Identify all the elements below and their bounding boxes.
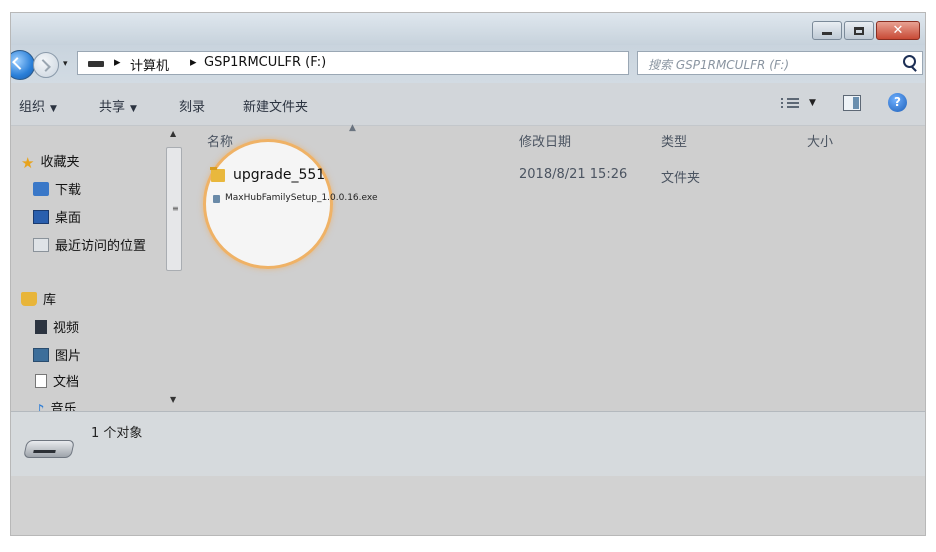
- sidebar-item-desktop[interactable]: 桌面: [33, 207, 81, 226]
- details-pane: 1 个对象: [11, 411, 925, 477]
- sidebar-scrollbar[interactable]: ▲ ≡ ▼: [165, 125, 183, 411]
- maximize-button[interactable]: [844, 21, 874, 40]
- sidebar-item-favorites[interactable]: ★ 收藏夹: [21, 151, 79, 172]
- help-icon[interactable]: ?: [888, 93, 907, 112]
- search-box[interactable]: 搜索 GSP1RMCULFR (F:): [637, 51, 923, 75]
- exe-file-icon: [213, 195, 220, 203]
- grip-icon: ≡: [172, 204, 179, 213]
- close-icon: ✕: [892, 23, 904, 38]
- highlight-circle: [203, 139, 333, 269]
- file-date: 2018/8/21 15:26: [519, 167, 628, 182]
- document-icon: [35, 374, 47, 388]
- view-dropdown-icon[interactable]: ▼: [809, 98, 816, 108]
- organize-button[interactable]: 组织 ▼: [19, 96, 57, 115]
- folder-icon: [210, 167, 225, 182]
- close-button[interactable]: ✕: [876, 21, 920, 40]
- breadcrumb-drive[interactable]: GSP1RMCULFR (F:): [204, 55, 326, 70]
- explorer-window: ✕ ▾ ▸ 计算机 ▸ GSP1RMCULFR (F:) ▾ ↻ 搜索 GSP1…: [10, 12, 926, 536]
- desktop-icon: [33, 210, 49, 224]
- item-count: 1 个对象: [91, 426, 143, 441]
- chevron-down-icon: ▼: [50, 104, 57, 114]
- column-header-name[interactable]: 名称: [207, 131, 233, 150]
- navigation-pane: ★ 收藏夹 下载 桌面 最近访问的位置 库 视频 图片 文档 ♪ 音乐: [11, 125, 186, 418]
- sidebar-item-pictures[interactable]: 图片: [33, 345, 81, 364]
- file-name[interactable]: upgrade_551: [233, 167, 325, 183]
- file-type: 文件夹: [661, 171, 701, 186]
- address-bar[interactable]: ▸ 计算机 ▸ GSP1RMCULFR (F:) ▾ ↻: [77, 51, 679, 75]
- maximize-icon: [854, 26, 864, 35]
- sidebar-item-videos[interactable]: 视频: [35, 317, 79, 336]
- video-icon: [35, 320, 47, 334]
- sidebar-item-documents[interactable]: 文档: [35, 371, 79, 390]
- removable-drive-icon: [23, 440, 75, 458]
- sidebar-item-downloads[interactable]: 下载: [33, 179, 81, 198]
- scroll-up-icon[interactable]: ▲: [170, 129, 176, 138]
- star-icon: ★: [21, 154, 35, 172]
- back-button[interactable]: [11, 50, 35, 80]
- command-bar: 组织 ▼ 共享 ▼ 刻录 新建文件夹 ▼ ?: [11, 83, 925, 126]
- column-header-date[interactable]: 修改日期: [519, 131, 571, 150]
- column-header-type[interactable]: 类型: [661, 131, 687, 150]
- share-button[interactable]: 共享 ▼: [99, 96, 137, 115]
- title-bar: ✕: [11, 13, 925, 45]
- recent-pages-dropdown[interactable]: ▾: [63, 59, 68, 69]
- forward-button[interactable]: [33, 52, 59, 78]
- minimize-icon: [822, 32, 832, 35]
- file-name[interactable]: MaxHubFamilySetup_1.0.0.16.exe: [225, 193, 378, 203]
- recent-places-icon: [33, 238, 49, 252]
- pictures-icon: [33, 348, 49, 362]
- library-icon: [21, 292, 37, 306]
- search-placeholder: 搜索 GSP1RMCULFR (F:): [648, 58, 790, 72]
- drive-icon: [88, 61, 104, 67]
- minimize-button[interactable]: [812, 21, 842, 40]
- view-options-icon[interactable]: [781, 96, 799, 110]
- column-header-size[interactable]: 大小: [807, 131, 833, 150]
- breadcrumb-computer[interactable]: 计算机: [130, 55, 169, 74]
- status-bar: [11, 476, 925, 535]
- search-icon[interactable]: [903, 55, 916, 68]
- chevron-down-icon: ▼: [130, 104, 137, 114]
- breadcrumb-separator[interactable]: ▸: [114, 55, 121, 70]
- burn-button[interactable]: 刻录: [179, 96, 205, 115]
- scrollbar-thumb[interactable]: ≡: [166, 147, 182, 271]
- scroll-down-icon[interactable]: ▼: [170, 395, 176, 404]
- sidebar-item-recent[interactable]: 最近访问的位置: [33, 235, 146, 254]
- new-folder-button[interactable]: 新建文件夹: [243, 96, 308, 115]
- address-row: ▾ ▸ 计算机 ▸ GSP1RMCULFR (F:) ▾ ↻ 搜索 GSP1RM…: [11, 45, 925, 83]
- downloads-folder-icon: [33, 182, 49, 196]
- preview-pane-icon[interactable]: [843, 95, 861, 111]
- sort-arrow-icon: ▲: [349, 123, 356, 133]
- sidebar-item-libraries[interactable]: 库: [21, 289, 56, 308]
- breadcrumb-separator[interactable]: ▸: [190, 55, 197, 70]
